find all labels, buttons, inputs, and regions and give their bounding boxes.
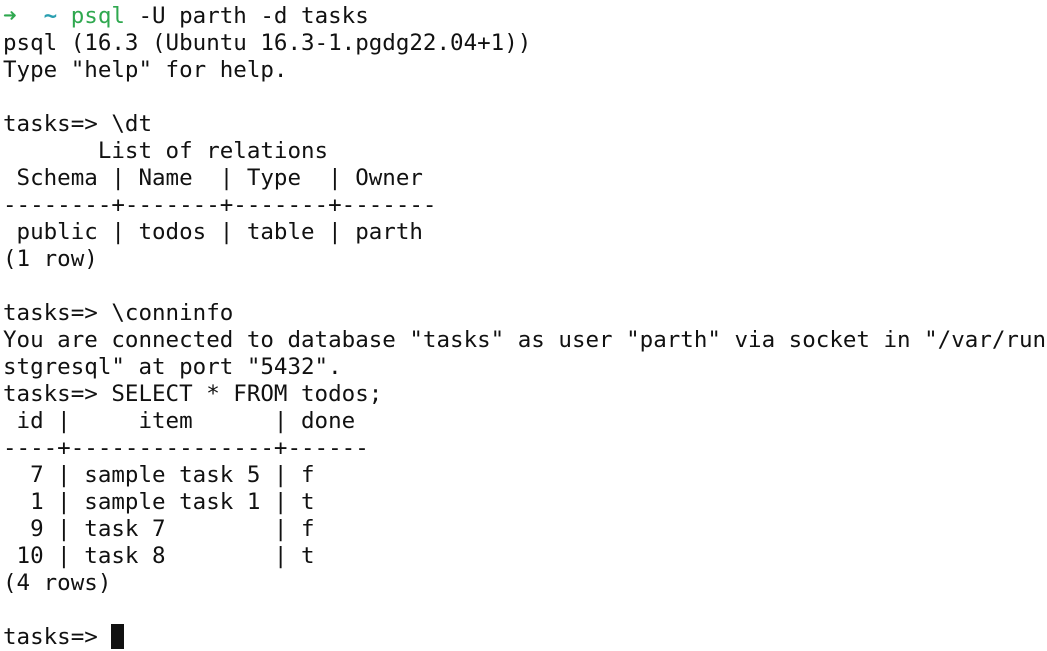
relations-header: Schema | Name | Type | Owner: [3, 165, 423, 191]
row-count: (4 rows): [3, 570, 112, 596]
relations-row: public | todos | table | parth: [3, 219, 423, 245]
relations-title: List of relations: [3, 138, 329, 164]
todos-header: id | item | done: [3, 408, 356, 434]
conninfo-line: You are connected to database "tasks" as…: [3, 327, 1047, 353]
row-count: (1 row): [3, 246, 98, 272]
prompt-arrow-icon: ➜: [3, 3, 17, 29]
todos-separator: ----+---------------+------: [3, 435, 369, 461]
todos-row: 7 | sample task 5 | f: [3, 462, 315, 488]
todos-row: 10 | task 8 | t: [3, 543, 315, 569]
command-name: psql: [70, 3, 125, 29]
text-cursor[interactable]: [111, 624, 125, 649]
psql-command-line: tasks=> \conninfo: [3, 300, 234, 326]
terminal-window[interactable]: ➜ ~ psql -U parth -d tasks psql (16.3 (U…: [0, 0, 1047, 651]
psql-prompt: tasks=>: [3, 624, 112, 650]
relations-separator: --------+-------+-------+-------: [3, 192, 437, 218]
psql-command-line: tasks=> \dt: [3, 111, 153, 137]
output-line: psql (16.3 (Ubuntu 16.3-1.pgdg22.04+1)): [3, 30, 532, 56]
command-args: -U parth -d tasks: [124, 3, 369, 29]
todos-row: 9 | task 7 | f: [3, 516, 315, 542]
output-line: Type "help" for help.: [3, 57, 288, 83]
todos-row: 1 | sample task 1 | t: [3, 489, 315, 515]
shell-command-line: ➜ ~ psql -U parth -d tasks: [3, 3, 1047, 30]
prompt-directory: ~: [43, 3, 58, 29]
conninfo-line: stgresql" at port "5432".: [3, 354, 342, 380]
psql-command-line: tasks=> SELECT * FROM todos;: [3, 381, 383, 407]
active-prompt-line[interactable]: tasks=>: [3, 624, 1047, 651]
